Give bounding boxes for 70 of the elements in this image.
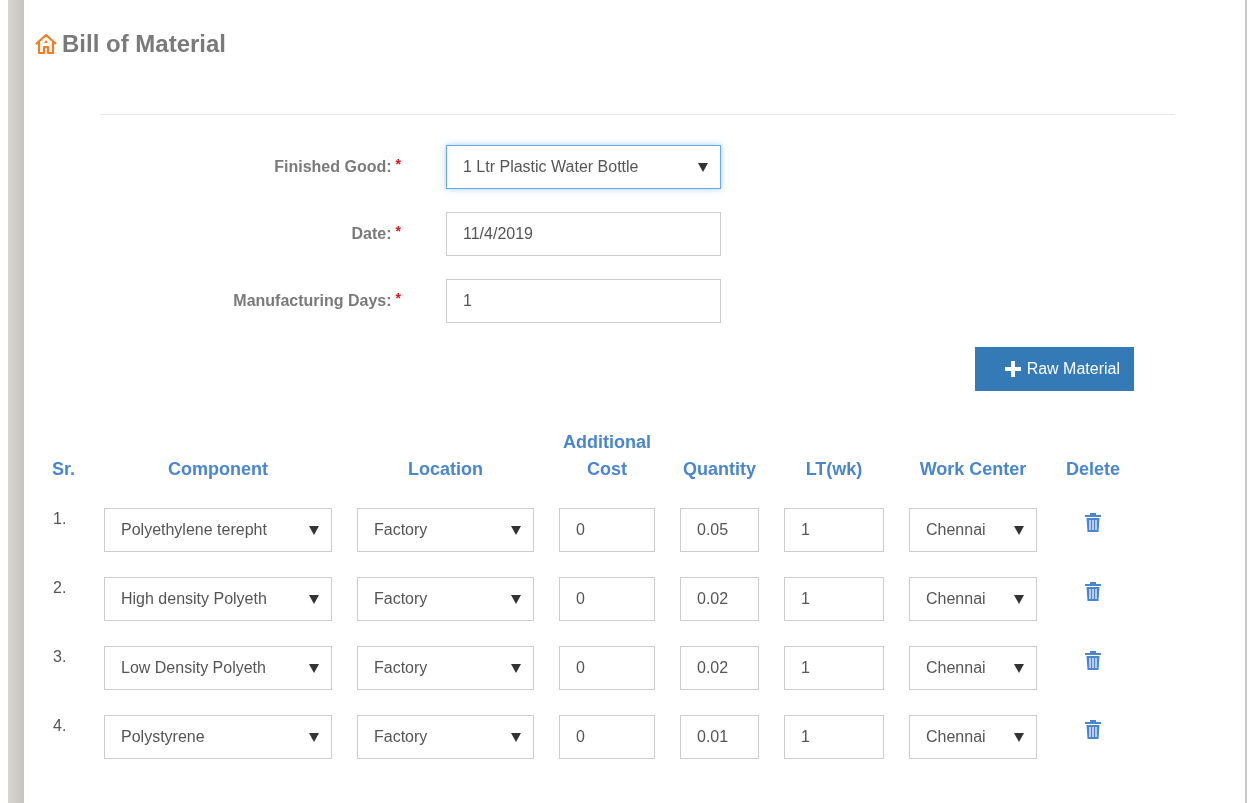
column-header: Delete: [1065, 458, 1121, 481]
caret-icon: [1014, 732, 1024, 742]
lead-time-field[interactable]: 1: [784, 715, 884, 759]
location-select[interactable]: Factory: [357, 715, 534, 759]
work-center-select[interactable]: Chennai: [909, 646, 1037, 690]
lead-time-field[interactable]: 1: [784, 508, 884, 552]
work-center-select[interactable]: Chennai: [909, 577, 1037, 621]
component-select[interactable]: Low Density Polyeth: [104, 646, 332, 690]
text-field[interactable]: 11/4/2019: [446, 212, 721, 256]
trash-icon: [1085, 581, 1101, 601]
caret-icon: [511, 525, 521, 535]
finished-good-select[interactable]: 1 Ltr Plastic Water Bottle: [446, 145, 721, 189]
delete-button[interactable]: [1085, 581, 1101, 601]
delete-button[interactable]: [1085, 650, 1101, 670]
component-select[interactable]: Polystyrene: [104, 715, 332, 759]
location-select[interactable]: Factory: [357, 577, 534, 621]
add-raw-material-button[interactable]: Raw Material: [974, 347, 1134, 391]
column-header: Component: [167, 458, 269, 481]
component-select[interactable]: Polyethylene terepht: [104, 508, 332, 552]
caret-icon: [309, 732, 319, 742]
quantity-field[interactable]: 0.02: [680, 646, 759, 690]
delete-button[interactable]: [1085, 512, 1101, 532]
column-header: Quantity: [682, 458, 757, 481]
caret-icon: [309, 663, 319, 673]
caret-icon: [1014, 594, 1024, 604]
row-number: 3.: [52, 647, 67, 666]
column-header: Additional Cost: [562, 431, 652, 481]
field-label: Date:: [351, 224, 392, 244]
cost-field[interactable]: 0: [559, 715, 655, 759]
trash-icon: [1085, 650, 1101, 670]
component-select[interactable]: High density Polyeth: [104, 577, 332, 621]
row-number: 4.: [52, 716, 67, 735]
caret-icon: [1014, 525, 1024, 535]
quantity-field[interactable]: 0.01: [680, 715, 759, 759]
cost-field[interactable]: 0: [559, 577, 655, 621]
caret-icon: [1014, 663, 1024, 673]
required-mark: *: [395, 156, 401, 174]
work-center-select[interactable]: Chennai: [909, 715, 1037, 759]
plus-icon: [1004, 361, 1021, 377]
trash-icon: [1085, 719, 1101, 739]
field-label: Finished Good:: [274, 157, 392, 177]
text-field[interactable]: 1: [446, 279, 721, 323]
column-header: Location: [407, 458, 484, 481]
caret-icon: [511, 663, 521, 673]
location-select[interactable]: Factory: [357, 646, 534, 690]
caret-icon: [511, 732, 521, 742]
quantity-field[interactable]: 0.02: [680, 577, 759, 621]
column-header: Work Center: [918, 458, 1028, 481]
row-number: 1.: [52, 509, 67, 528]
location-select[interactable]: Factory: [357, 508, 534, 552]
field-label: Manufacturing Days:: [233, 291, 392, 311]
caret-icon: [698, 162, 708, 172]
caret-icon: [511, 594, 521, 604]
quantity-field[interactable]: 0.05: [680, 508, 759, 552]
work-center-select[interactable]: Chennai: [909, 508, 1037, 552]
caret-icon: [309, 525, 319, 535]
cost-field[interactable]: 0: [559, 508, 655, 552]
caret-icon: [309, 594, 319, 604]
cost-field[interactable]: 0: [559, 646, 655, 690]
delete-button[interactable]: [1085, 719, 1101, 739]
page-title: Bill of Material: [62, 30, 227, 58]
lead-time-field[interactable]: 1: [784, 646, 884, 690]
column-header: Sr.: [51, 458, 76, 481]
required-mark: *: [395, 290, 401, 308]
column-header: LT(wk): [804, 458, 864, 481]
trash-icon: [1085, 512, 1101, 532]
home-icon: [34, 32, 58, 56]
row-number: 2.: [52, 578, 67, 597]
lead-time-field[interactable]: 1: [784, 577, 884, 621]
required-mark: *: [395, 223, 401, 241]
